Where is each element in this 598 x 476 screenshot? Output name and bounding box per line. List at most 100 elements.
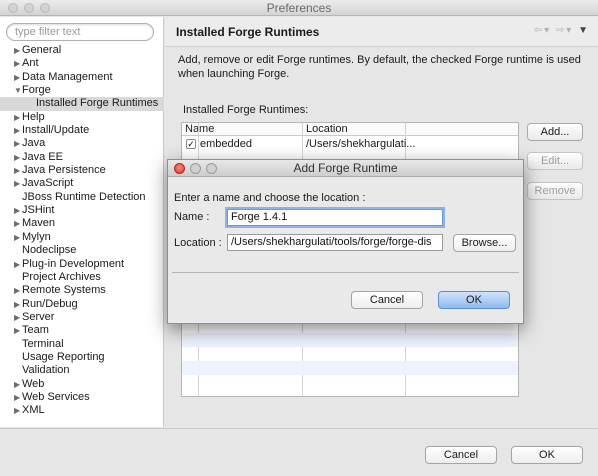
tree-item[interactable]: Nodeclipse (0, 244, 164, 257)
tree-item-label: Run/Debug (22, 297, 78, 310)
tree-item-label: Web (22, 377, 45, 390)
collapsed-arrow-icon[interactable]: ▶ (14, 378, 20, 391)
tree-item-label: Validation (22, 364, 70, 377)
tree-item[interactable]: JBoss Runtime Detection (0, 191, 164, 204)
collapsed-arrow-icon[interactable]: ▶ (14, 324, 20, 337)
dialog-footer: Cancel OK (0, 428, 598, 476)
back-dropdown-icon[interactable]: ▾ (544, 25, 551, 36)
cancel-button[interactable]: Cancel (425, 446, 497, 464)
table-row[interactable]: ✓ embedded /Users/shekhargulati... (182, 137, 518, 151)
dialog-cancel-button[interactable]: Cancel (351, 291, 423, 309)
window-titlebar: Preferences (0, 0, 598, 16)
tree-item[interactable]: ▶ Mylyn (0, 231, 164, 244)
tree-item-label: General (22, 44, 62, 56)
dialog-zoom-button[interactable] (206, 163, 217, 174)
column-name-header[interactable]: Name (185, 123, 214, 136)
expanded-arrow-icon[interactable]: ▼ (14, 84, 22, 97)
filter-input[interactable] (15, 25, 145, 39)
collapsed-arrow-icon[interactable]: ▶ (14, 71, 20, 84)
tree-item-label: JBoss Runtime Detection (22, 190, 146, 203)
tree-item[interactable]: ▶ Java Persistence (0, 164, 164, 177)
tree-item[interactable]: ▶ JSHint (0, 204, 164, 217)
collapsed-arrow-icon[interactable]: ▶ (14, 164, 20, 177)
runtime-location-cell: /Users/shekhargulati... (306, 138, 416, 150)
collapsed-arrow-icon[interactable]: ▶ (14, 404, 20, 417)
runtime-name-cell: embedded (200, 138, 252, 150)
collapsed-arrow-icon[interactable]: ▶ (14, 111, 20, 124)
dialog-close-button[interactable] (174, 163, 185, 174)
collapsed-arrow-icon[interactable]: ▶ (14, 231, 20, 244)
tree-item-label: Remote Systems (22, 284, 106, 297)
ok-button[interactable]: OK (511, 446, 583, 464)
back-arrow-icon[interactable]: ⇦ (534, 25, 544, 36)
close-window-button[interactable] (8, 3, 18, 13)
dialog-prompt: Enter a name and choose the location : (174, 192, 366, 204)
tree-item[interactable]: ▶ Web (0, 378, 164, 391)
tree-item-label: Help (22, 110, 45, 123)
collapsed-arrow-icon[interactable]: ▶ (14, 177, 20, 190)
dialog-ok-button[interactable]: OK (438, 291, 510, 309)
tree-item[interactable]: ▶ Remote Systems (0, 284, 164, 297)
tree-item-label: XML (22, 404, 45, 417)
view-menu-icon[interactable]: ▼ (578, 25, 590, 36)
tree-item[interactable]: ▶ Ant (0, 57, 164, 70)
collapsed-arrow-icon[interactable]: ▶ (14, 298, 20, 311)
tree-item-label: JSHint (22, 204, 55, 217)
tree-item[interactable]: ▶ Data Management (0, 71, 164, 84)
tree-item[interactable]: ▶ Server (0, 311, 164, 324)
tree-item-label: Project Archives (22, 270, 101, 283)
column-location-header[interactable]: Location (306, 123, 348, 136)
tree-item[interactable]: ▶ Java EE (0, 151, 164, 164)
add-runtime-dialog: Add Forge Runtime Enter a name and choos… (167, 159, 524, 324)
tree-item[interactable]: Project Archives (0, 271, 164, 284)
tree-item[interactable]: ▶ Help (0, 111, 164, 124)
dialog-minimize-button[interactable] (190, 163, 201, 174)
tree-item[interactable]: Installed Forge Runtimes (0, 97, 164, 111)
dialog-titlebar: Add Forge Runtime (168, 160, 523, 177)
tree-item[interactable]: ▶ General (0, 44, 164, 57)
window-title: Preferences (266, 1, 332, 15)
tree-item[interactable]: ▶ XML (0, 404, 164, 417)
collapsed-arrow-icon[interactable]: ▶ (14, 217, 20, 230)
tree-item[interactable]: ▶ JavaScript (0, 177, 164, 190)
edit-runtime-button[interactable]: Edit... (527, 152, 583, 170)
collapsed-arrow-icon[interactable]: ▶ (14, 258, 20, 271)
filter-field[interactable] (6, 23, 154, 41)
page-header: Installed Forge Runtimes ⇦▾ ⇨▾ ▼ (165, 17, 598, 47)
tree-item[interactable]: ▶ Maven (0, 217, 164, 230)
add-runtime-button[interactable]: Add... (527, 123, 583, 141)
collapsed-arrow-icon[interactable]: ▶ (14, 311, 20, 324)
forward-dropdown-icon[interactable]: ▾ (566, 25, 573, 36)
tree-item[interactable]: ▶ Run/Debug (0, 298, 164, 311)
browse-button[interactable]: Browse... (453, 234, 516, 252)
collapsed-arrow-icon[interactable]: ▶ (14, 391, 20, 404)
collapsed-arrow-icon[interactable]: ▶ (14, 137, 20, 150)
tree-item[interactable]: Validation (0, 364, 164, 377)
tree-item[interactable]: ▶ Java (0, 137, 164, 150)
zoom-window-button[interactable] (40, 3, 50, 13)
tree-item[interactable]: ▶ Team (0, 324, 164, 337)
collapsed-arrow-icon[interactable]: ▶ (14, 284, 20, 297)
page-title: Installed Forge Runtimes (176, 25, 320, 39)
location-label: Location : (174, 237, 222, 249)
tree-item[interactable]: ▶ Install/Update (0, 124, 164, 137)
remove-runtime-button[interactable]: Remove (527, 182, 583, 200)
tree-item[interactable]: ▶ Plug-in Development (0, 258, 164, 271)
tree-item[interactable]: ▼ Forge (0, 84, 164, 97)
collapsed-arrow-icon[interactable]: ▶ (14, 151, 20, 164)
collapsed-arrow-icon[interactable]: ▶ (14, 124, 20, 137)
runtime-checkbox[interactable]: ✓ (186, 139, 196, 149)
collapsed-arrow-icon[interactable]: ▶ (14, 57, 20, 70)
runtimes-list-label: Installed Forge Runtimes: (183, 104, 309, 116)
tree-item[interactable]: ▶ Web Services (0, 391, 164, 404)
location-field[interactable]: /Users/shekhargulati/tools/forge/forge-d… (227, 234, 443, 251)
collapsed-arrow-icon[interactable]: ▶ (14, 44, 20, 57)
tree-item[interactable]: Terminal (0, 338, 164, 351)
tree-item-label: Forge (22, 84, 51, 97)
collapsed-arrow-icon[interactable]: ▶ (14, 204, 20, 217)
tree-item[interactable]: Usage Reporting (0, 351, 164, 364)
forward-arrow-icon[interactable]: ⇨ (556, 25, 566, 36)
minimize-window-button[interactable] (24, 3, 34, 13)
tree-item-label: Maven (22, 217, 56, 230)
name-field[interactable]: Forge 1.4.1 (227, 209, 443, 226)
